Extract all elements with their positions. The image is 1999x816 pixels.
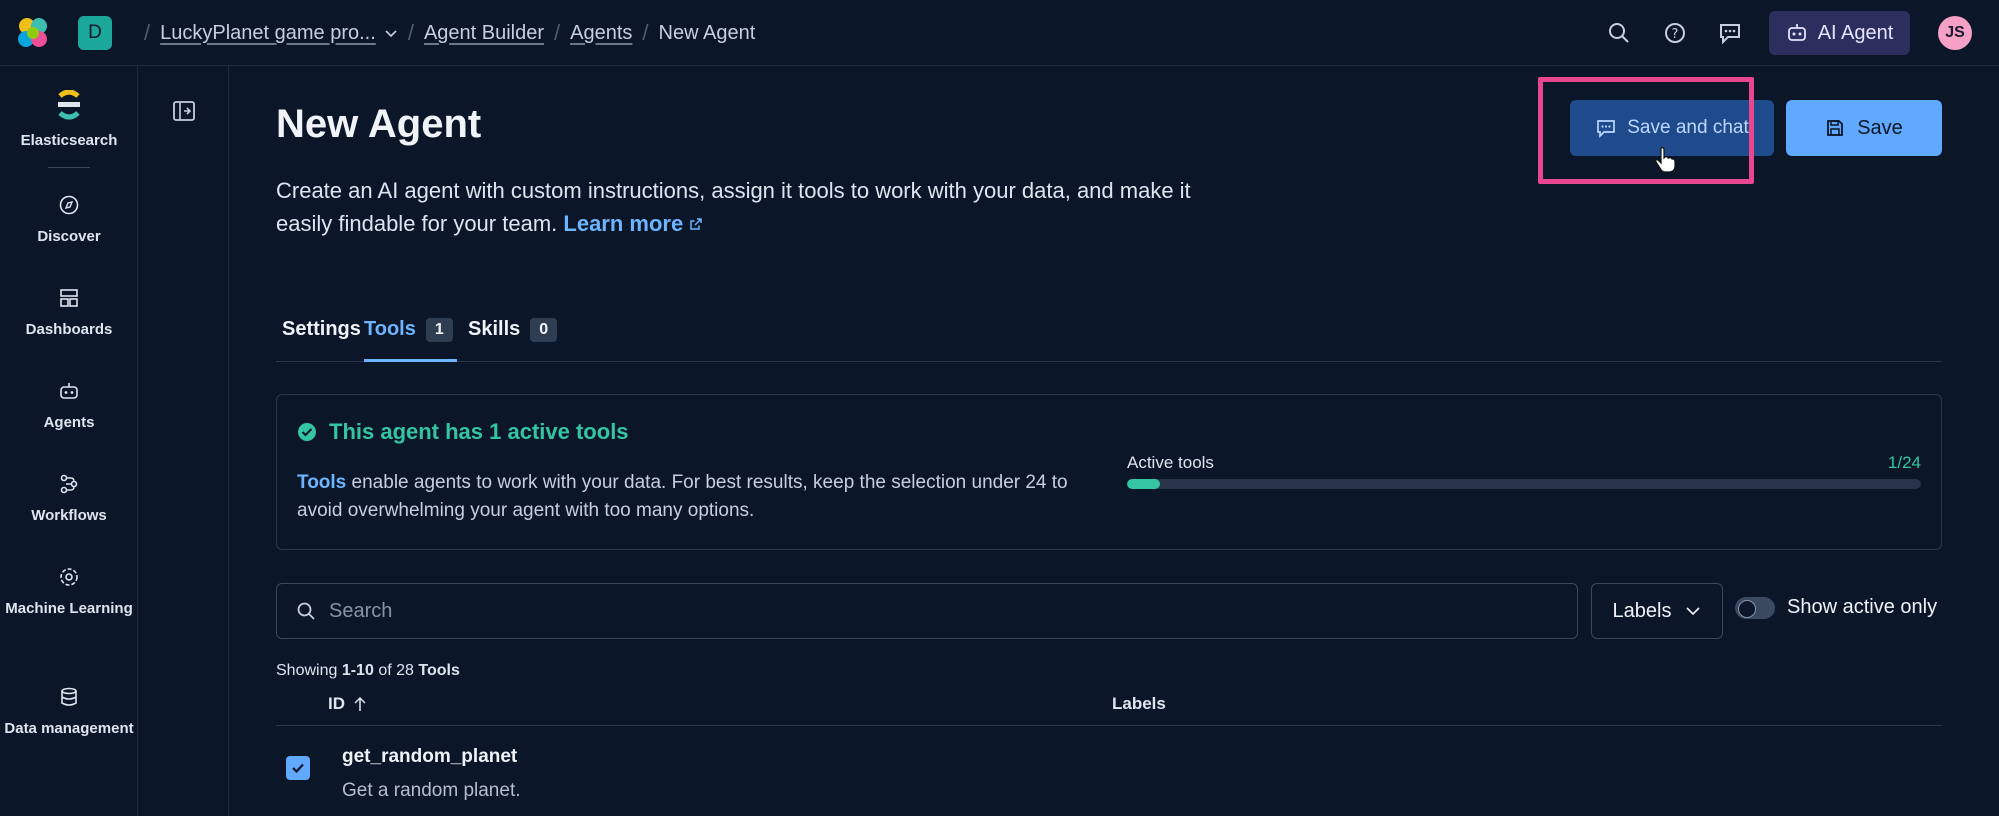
tab-tools[interactable]: Tools 1 [364, 318, 457, 362]
compass-icon [59, 195, 79, 215]
sidebar-item-discover[interactable]: Discover [0, 194, 138, 245]
table-header: ID Labels [276, 686, 1942, 726]
column-header-id[interactable]: ID [328, 694, 367, 714]
space-avatar[interactable]: D [78, 16, 112, 50]
column-header-labels: Labels [1112, 694, 1166, 713]
breadcrumb-project[interactable]: LuckyPlanet game pro... [160, 22, 376, 45]
breadcrumb-agent-builder[interactable]: Agent Builder [424, 22, 544, 45]
user-avatar[interactable]: JS [1938, 16, 1972, 50]
ml-icon [60, 568, 78, 586]
robot-icon [1787, 24, 1806, 41]
search-field[interactable] [276, 583, 1578, 639]
breadcrumb-agents[interactable]: Agents [570, 22, 632, 45]
page-description-text: Create an AI agent with custom instructi… [276, 178, 1191, 236]
pointer-cursor-icon [1655, 147, 1676, 173]
show-active-label: Show active only [1787, 596, 1938, 618]
highlight-annotation [1538, 77, 1754, 184]
ai-agent-button[interactable]: AI Agent [1769, 11, 1910, 55]
elastic-logo-icon[interactable] [14, 14, 52, 52]
database-icon [61, 687, 77, 706]
show-active-toggle[interactable] [1735, 596, 1775, 619]
tab-settings[interactable]: Settings [282, 318, 361, 362]
chevron-down-icon[interactable] [384, 26, 398, 40]
breadcrumb-current: New Agent [658, 21, 756, 44]
save-icon [1827, 120, 1844, 136]
sidebar-item-label: Agents [43, 414, 95, 431]
page-title: New Agent [276, 102, 482, 146]
sidebar-item-label: Data management [4, 720, 134, 737]
page-description: Create an AI agent with custom instructi… [276, 174, 1236, 240]
elasticsearch-icon [58, 90, 80, 120]
top-bar: D / LuckyPlanet game pro... / Agent Buil… [0, 0, 1999, 66]
search-input[interactable] [329, 599, 1529, 623]
breadcrumb-separator: / [407, 20, 414, 45]
feedback-icon[interactable] [1716, 19, 1744, 47]
tab-count-badge: 1 [425, 318, 453, 342]
learn-more-link[interactable]: Learn more [563, 211, 703, 236]
external-link-icon [690, 218, 703, 230]
sort-ascending-icon [354, 696, 366, 711]
show-active-toggle-group: Show active only [1735, 596, 1937, 619]
breadcrumb: / LuckyPlanet game pro... / Agent Builde… [134, 20, 755, 46]
breadcrumb-separator: / [554, 20, 561, 45]
progress-label: Active tools [1127, 453, 1214, 472]
checkmark-icon [292, 763, 304, 774]
save-button[interactable]: Save [1786, 100, 1942, 156]
dashboard-icon [60, 289, 78, 307]
svg-text:?: ? [1672, 27, 1679, 42]
tab-skills[interactable]: Skills 0 [468, 318, 558, 362]
main-content: New Agent Create an AI agent with custom… [230, 66, 1999, 816]
row-checkbox[interactable] [286, 756, 310, 780]
active-tools-progress [1127, 479, 1921, 489]
table-row[interactable]: get_random_planet Get a random planet. [276, 728, 1942, 816]
tab-count-badge: 0 [530, 318, 558, 342]
tab-bar: Settings Tools 1 Skills 0 [276, 318, 1942, 362]
help-icon[interactable]: ? [1661, 19, 1689, 47]
check-circle-icon [298, 423, 316, 441]
sidebar-item-dashboards[interactable]: Dashboards [0, 287, 138, 338]
save-label: Save [1857, 116, 1903, 139]
ai-agent-label: AI Agent [1817, 21, 1894, 44]
sidebar-item-label: Discover [37, 228, 101, 245]
robot-icon [60, 383, 78, 399]
tool-description: Get a random planet. [342, 780, 521, 801]
progress-fill [1127, 479, 1161, 489]
side-navigation: Elasticsearch Discover Dashboards Agents… [0, 66, 138, 816]
sidebar-item-workflows[interactable]: Workflows [0, 473, 138, 524]
sidebar-item-label: Dashboards [25, 321, 113, 338]
sidebar-item-agents[interactable]: Agents [0, 380, 138, 431]
nav-divider [48, 167, 90, 168]
sidebar-item-elasticsearch[interactable]: Elasticsearch [0, 90, 138, 149]
search-icon [297, 602, 315, 620]
tools-link[interactable]: Tools [297, 472, 346, 493]
sidebar-item-data-management[interactable]: Data management [0, 686, 138, 737]
active-tools-callout: This agent has 1 active tools Tools enab… [276, 394, 1942, 550]
sidebar-item-label: Workflows [31, 507, 107, 524]
callout-text: Tools enable agents to work with your da… [297, 472, 1068, 521]
search-icon[interactable] [1605, 19, 1633, 47]
labels-filter-button[interactable]: Labels [1591, 583, 1723, 639]
chevron-down-icon [1686, 607, 1701, 616]
sidebar-item-label: Elasticsearch [20, 132, 118, 149]
sidebar-item-machine-learning[interactable]: Machine Learning [0, 566, 138, 617]
expand-panel-icon[interactable] [171, 98, 197, 124]
breadcrumb-separator: / [642, 20, 649, 45]
secondary-nav-panel [139, 66, 229, 816]
breadcrumb-separator: / [144, 20, 151, 45]
tool-id: get_random_planet [342, 746, 518, 767]
callout-title: This agent has 1 active tools [297, 419, 629, 445]
workflow-icon [60, 474, 78, 494]
progress-count: 1/24 [1887, 453, 1921, 472]
sidebar-item-label: Machine Learning [5, 600, 133, 617]
results-count: Showing 1-10 of 28 Tools [276, 662, 460, 679]
